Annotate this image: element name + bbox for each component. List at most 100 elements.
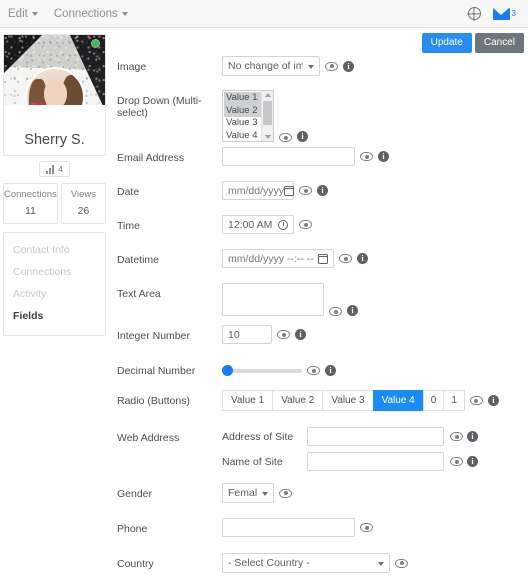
fields-form: Image No change of image i Drop Down (Mu… — [110, 34, 528, 582]
label-decimal: Decimal Number — [117, 365, 196, 377]
field-row-date: Date mm/dd/yyyy i — [117, 181, 528, 210]
info-icon[interactable]: i — [295, 329, 306, 340]
chevron-down-icon[interactable] — [264, 135, 271, 139]
multiselect-option[interactable]: Value 4 — [224, 130, 261, 143]
radio-option-0[interactable]: 0 — [422, 390, 444, 411]
info-icon[interactable]: i — [487, 395, 499, 406]
signal-icon — [46, 164, 55, 174]
stat-views[interactable]: Views 26 — [60, 183, 106, 224]
info-icon[interactable]: i — [467, 431, 478, 442]
calendar-icon[interactable] — [284, 185, 295, 196]
menu-edit[interactable]: Edit — [8, 8, 38, 20]
multiselect-option[interactable]: Value 3 — [224, 117, 261, 130]
chevron-down-icon — [121, 11, 128, 16]
field-row-datetime: Datetime mm/dd/yyyy --:-- -- i — [117, 249, 528, 278]
integer-input[interactable] — [222, 325, 272, 344]
multiselect-option[interactable]: Value 2 — [224, 104, 261, 117]
eye-icon[interactable] — [339, 254, 352, 263]
radio-option-1[interactable]: 1 — [443, 390, 465, 411]
image-select[interactable]: No change of image — [222, 56, 320, 76]
sidebar-item-connections[interactable]: Connections — [4, 261, 105, 283]
country-select[interactable]: - Select Country - — [222, 553, 390, 573]
eye-icon[interactable] — [307, 366, 320, 375]
dropdown-multiselect[interactable]: Value 1 Value 2 Value 3 Value 4 — [222, 90, 274, 142]
eye-icon[interactable] — [299, 186, 312, 195]
cancel-button[interactable]: Cancel — [474, 33, 524, 53]
eye-icon[interactable] — [279, 133, 292, 142]
radio-option-value-3[interactable]: Value 3 — [322, 390, 373, 411]
image-select-wrapper: No change of image — [222, 56, 320, 76]
avatar-face — [43, 80, 67, 105]
info-icon[interactable]: i — [357, 253, 368, 264]
calendar-icon[interactable] — [318, 253, 328, 264]
label-phone: Phone — [117, 523, 148, 535]
info-icon[interactable]: i — [378, 151, 389, 162]
feed-badge[interactable]: 4 — [39, 161, 70, 177]
datetime-input[interactable]: mm/dd/yyyy --:-- -- — [222, 249, 334, 268]
globe-icon[interactable] — [467, 7, 481, 20]
multiselect-option[interactable]: Value 1 — [224, 92, 261, 105]
sidebar-item-fields[interactable]: Fields — [4, 305, 105, 327]
email-input[interactable] — [222, 147, 355, 166]
info-icon[interactable]: i — [467, 456, 478, 467]
envelope-icon — [492, 7, 510, 20]
info-icon[interactable]: i — [347, 305, 358, 316]
eye-icon[interactable] — [360, 152, 373, 161]
web-address-site-row: Address of Site i — [222, 427, 528, 446]
datetime-placeholder: mm/dd/yyyy --:-- -- — [228, 252, 314, 265]
radio-option-value-4[interactable]: Value 4 — [372, 390, 423, 411]
eye-icon[interactable] — [299, 220, 312, 229]
menu-connections-label: Connections — [53, 7, 118, 20]
gender-select[interactable]: Female — [222, 483, 274, 503]
chevron-up-icon[interactable] — [264, 93, 271, 97]
info-icon[interactable]: i — [317, 185, 328, 196]
label-radio: Radio (Buttons) — [117, 395, 190, 407]
web-address-name-row: Name of Site i — [222, 452, 528, 471]
date-placeholder: mm/dd/yyyy — [228, 184, 285, 197]
field-row-integer: Integer Number i — [117, 325, 528, 354]
label-image: Image — [117, 61, 147, 73]
info-icon[interactable]: i — [325, 365, 336, 376]
clock-icon[interactable] — [278, 219, 288, 230]
message-count-badge: 3 — [511, 9, 516, 18]
address-of-site-input[interactable] — [307, 427, 444, 446]
info-icon[interactable]: i — [297, 131, 308, 142]
name-of-site-input[interactable] — [307, 452, 444, 471]
eye-icon[interactable] — [277, 330, 290, 339]
update-button[interactable]: Update — [421, 33, 472, 53]
label-email: Email Address — [117, 152, 185, 164]
label-datetime: Datetime — [117, 254, 160, 266]
stat-views-value: 26 — [77, 205, 90, 217]
radio-option-value-1[interactable]: Value 1 — [222, 390, 273, 411]
sidebar-item-activity[interactable]: Activity — [4, 283, 105, 305]
label-dropdown-multi: Drop Down (Multi-select) — [117, 95, 202, 119]
info-icon[interactable]: i — [343, 60, 354, 72]
stat-connections[interactable]: Connections 11 — [3, 183, 58, 224]
eye-icon[interactable] — [469, 396, 483, 405]
eye-icon[interactable] — [450, 432, 463, 441]
time-value: 12:00 AM — [228, 218, 273, 231]
field-row-web-address: Web Address Address of Site i Name of Si… — [117, 427, 528, 477]
decimal-slider[interactable] — [222, 365, 302, 376]
eye-icon[interactable] — [325, 61, 338, 71]
messages-button[interactable]: 3 — [492, 7, 516, 20]
profile-name: Sherry S. — [24, 132, 85, 148]
date-input[interactable]: mm/dd/yyyy — [222, 181, 295, 200]
label-textarea: Text Area — [117, 288, 161, 300]
time-input[interactable]: 12:00 AM — [222, 215, 294, 234]
multiselect-scrollbar[interactable] — [261, 91, 273, 141]
top-menu-bar: Edit Connections 3 — [0, 0, 528, 28]
label-name-of-site: Name of Site — [222, 455, 283, 468]
eye-icon[interactable] — [329, 307, 342, 316]
textarea-input[interactable] — [222, 283, 324, 316]
eye-icon[interactable] — [395, 558, 408, 568]
sidebar-item-contact-info[interactable]: Contact Info — [4, 239, 105, 261]
eye-icon[interactable] — [279, 488, 292, 498]
eye-icon[interactable] — [450, 457, 463, 466]
field-row-dropdown-multi: Drop Down (Multi-select) Value 1 Value 2… — [117, 90, 528, 142]
menu-connections[interactable]: Connections — [54, 8, 128, 20]
radio-option-value-2[interactable]: Value 2 — [272, 390, 323, 411]
scrollbar-thumb[interactable] — [263, 101, 272, 125]
sidebar: Sherry S. 4 Connections 11 Views 26 Cont… — [0, 28, 110, 582]
slider-thumb[interactable] — [222, 365, 233, 376]
